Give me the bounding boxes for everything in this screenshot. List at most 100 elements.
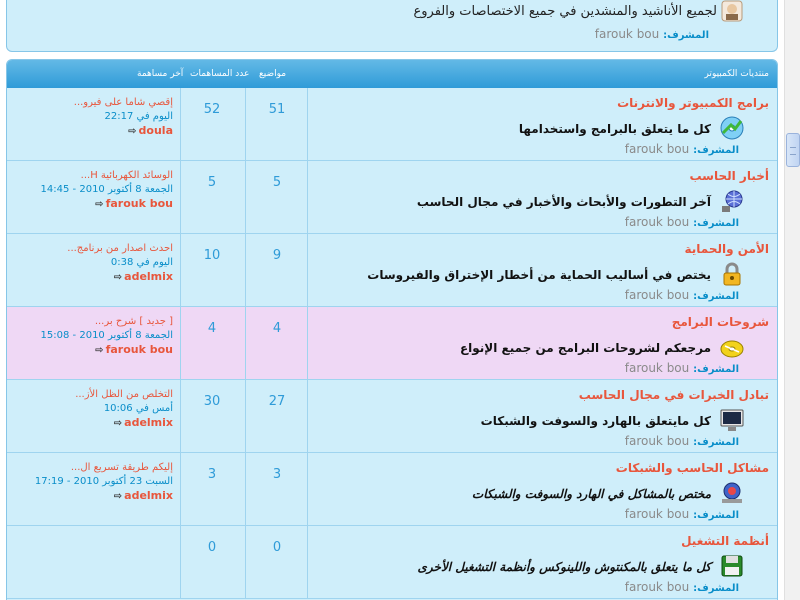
last-post-user-link[interactable]: adelmix <box>124 270 173 283</box>
forum-table-header: منتديات الكمبيوتر مواضيع عدد المساهمات آ… <box>7 60 777 88</box>
go-to-post-arrow-icon[interactable]: ⇨ <box>114 491 122 502</box>
forum-row: أنظمة التشغيل كل ما يتعلق بالمكنتوش والل… <box>7 526 777 599</box>
go-to-post-arrow-icon[interactable]: ⇨ <box>128 126 136 137</box>
go-to-post-arrow-icon[interactable]: ⇨ <box>95 345 103 356</box>
last-post-date: اليوم في 0:38 <box>110 257 173 268</box>
last-post-date: الجمعة 8 أكتوبر 2010 - 14:45 <box>40 184 173 195</box>
forum-title-link[interactable]: أنظمة التشغيل <box>681 534 769 548</box>
moderator-line: المشرف: farouk bou <box>625 288 739 302</box>
moderator-label: المشرف: <box>693 364 739 375</box>
singer-avatar-icon <box>721 0 743 22</box>
forum-row: شروحات البرامج مرجعكم لشروحات البرامج من… <box>7 307 777 380</box>
last-post-info: إليكم طريقة تسريع ال... السبت 23 أكتوبر … <box>35 461 173 504</box>
last-post-user-link[interactable]: doula <box>139 124 173 137</box>
header-posts: عدد المساهمات <box>190 69 250 79</box>
moderator-line: المشرف: farouk bou <box>625 580 739 594</box>
posts-count: 30 <box>203 394 221 409</box>
topics-count: 5 <box>272 175 282 190</box>
go-to-post-arrow-icon[interactable]: ⇨ <box>95 199 103 210</box>
forum-title-link[interactable]: برامج الكمبيوتر والانترنات <box>617 96 769 110</box>
forum-row: تبادل الخبرات في مجال الحاسب كل مايتعلق … <box>7 380 777 453</box>
last-post-user-link[interactable]: farouk bou <box>106 197 173 210</box>
moderator-line: المشرف: farouk bou <box>625 361 739 375</box>
disc-icon <box>720 340 744 358</box>
moderator-label: المشرف: <box>693 583 739 594</box>
forum-description: مختص بالمشاكل في الهارد والسوفت والشبكات <box>471 487 711 501</box>
posts-count: 0 <box>207 540 217 555</box>
forum-description: يختص في أساليب الحماية من أخطار الإختراق… <box>367 268 711 282</box>
troubleshoot-icon <box>722 482 742 503</box>
last-post-info: إقصي شاما على فيرو... اليوم في 22:17 ⇨ do… <box>74 96 173 139</box>
moderator-line: المشرف: farouk bou <box>595 27 709 41</box>
moderator-link[interactable]: farouk bou <box>625 288 690 302</box>
forum-description: مرجعكم لشروحات البرامج من جميع الإنواع <box>459 341 711 355</box>
posts-count: 10 <box>203 248 221 263</box>
moderator-link[interactable]: farouk bou <box>625 580 690 594</box>
topics-count: 3 <box>272 467 282 482</box>
last-post-date: السبت 23 أكتوبر 2010 - 17:19 <box>34 476 173 487</box>
forum-title-link[interactable]: تبادل الخبرات في مجال الحاسب <box>579 388 769 402</box>
forum-description: كل ما يتعلق بالمكنتوش واللينوكس وأنظمة ا… <box>417 560 711 574</box>
moderator-link[interactable]: farouk bou <box>625 507 690 521</box>
forum-title-link[interactable]: شروحات البرامج <box>672 315 769 329</box>
last-post-info: [ جديد ] شرح بر... الجمعة 8 أكتوبر 2010 … <box>41 315 173 358</box>
posts-count: 4 <box>207 321 217 336</box>
moderator-link[interactable]: farouk bou <box>595 27 660 41</box>
floppy-disk-icon <box>721 555 743 577</box>
forum-description: آخر التطورات والأبحاث والأخبار في مجال ا… <box>416 195 711 209</box>
last-post-user-link[interactable]: adelmix <box>124 416 173 429</box>
forum-row: برامج الكمبيوتر والانترنات كل ما يتعلق ب… <box>7 88 777 161</box>
go-to-post-arrow-icon[interactable]: ⇨ <box>114 418 122 429</box>
moderator-label: المشرف: <box>693 218 739 229</box>
last-post-title-link[interactable]: إليكم طريقة تسريع ال... <box>35 461 173 475</box>
moderator-label: المشرف: <box>663 30 709 41</box>
moderator-line: المشرف: farouk bou <box>625 507 739 521</box>
topics-count: 4 <box>272 321 282 336</box>
last-post-title-link[interactable]: إقصي شاما على فيرو... <box>74 96 173 110</box>
lock-icon <box>723 262 741 286</box>
last-post-date: الجمعة 8 أكتوبر 2010 - 15:08 <box>40 330 173 341</box>
last-post-info: التخلص من الظل الأز... أمس في 10:06 ⇨ ade… <box>75 388 173 431</box>
topics-count: 9 <box>272 248 282 263</box>
moderator-link[interactable]: farouk bou <box>625 434 690 448</box>
forum-row: أخبار الحاسب آخر التطورات والأبحاث والأخ… <box>7 161 777 234</box>
header-category-title[interactable]: منتديات الكمبيوتر <box>704 69 769 79</box>
last-post-title-link[interactable]: احدث اصدار من برنامج... <box>67 242 173 256</box>
forum-row: مشاكل الحاسب والشبكات مختص بالمشاكل في ا… <box>7 453 777 526</box>
category-description: لجميع الأناشيد والمنشدين في جميع الاختصا… <box>413 4 717 19</box>
last-post-title-link[interactable]: [ جديد ] شرح بر... <box>41 315 173 329</box>
moderator-link[interactable]: farouk bou <box>625 215 690 229</box>
moderator-label: المشرف: <box>693 510 739 521</box>
moderator-label: المشرف: <box>693 437 739 448</box>
last-post-title-link[interactable]: الوسائد الكهربائية H... <box>41 169 173 183</box>
topics-count: 0 <box>272 540 282 555</box>
posts-count: 52 <box>203 102 221 117</box>
forum-description: كل ما يتعلق بالبرامج واستخدامها <box>518 122 711 136</box>
moderator-link[interactable]: farouk bou <box>625 361 690 375</box>
forum-title-link[interactable]: أخبار الحاسب <box>689 169 769 183</box>
last-post-user-link[interactable]: farouk bou <box>106 343 173 356</box>
vertical-scrollbar[interactable] <box>784 0 800 600</box>
last-post-info: الوسائد الكهربائية H... الجمعة 8 أكتوبر … <box>41 169 173 212</box>
forum-title-link[interactable]: مشاكل الحاسب والشبكات <box>616 461 769 475</box>
last-post-title-link[interactable]: التخلص من الظل الأز... <box>75 388 173 402</box>
moderator-link[interactable]: farouk bou <box>625 142 690 156</box>
moderator-label: المشرف: <box>693 291 739 302</box>
moderator-line: المشرف: farouk bou <box>625 142 739 156</box>
forum-page: لجميع الأناشيد والمنشدين في جميع الاختصا… <box>0 0 784 600</box>
last-post-user-link[interactable]: adelmix <box>124 489 173 502</box>
last-post-date: اليوم في 22:17 <box>104 111 173 122</box>
go-to-post-arrow-icon[interactable]: ⇨ <box>114 272 122 283</box>
moderator-line: المشرف: farouk bou <box>625 434 739 448</box>
topics-count: 27 <box>268 394 286 409</box>
forum-description: كل مايتعلق بالهارد والسوفت والشبكات <box>480 414 711 428</box>
software-cd-icon <box>720 116 744 140</box>
forum-row: الأمن والحماية يختص في أساليب الحماية من… <box>7 234 777 307</box>
topics-count: 51 <box>268 102 286 117</box>
monitor-icon <box>720 409 744 431</box>
posts-count: 5 <box>207 175 217 190</box>
forum-title-link[interactable]: الأمن والحماية <box>684 242 769 256</box>
category-box-songs: لجميع الأناشيد والمنشدين في جميع الاختصا… <box>6 0 778 52</box>
last-post-info: احدث اصدار من برنامج... اليوم في 0:38 ⇨ a… <box>67 242 173 285</box>
scrollbar-thumb[interactable] <box>786 133 800 167</box>
